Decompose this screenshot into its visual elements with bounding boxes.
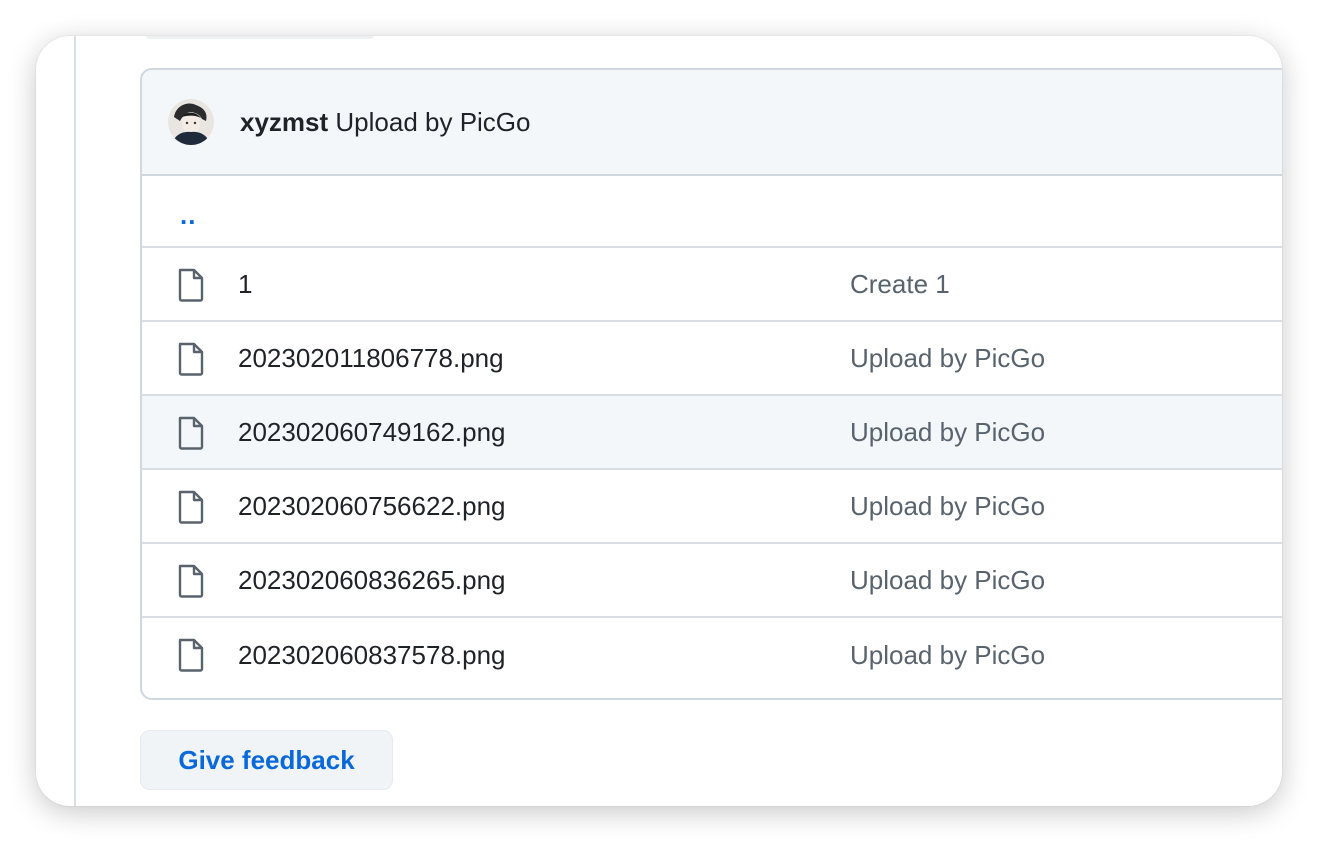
file-icon	[178, 342, 204, 376]
left-divider	[74, 36, 76, 806]
window-frame: xyzmst Upload by PicGo .. 1 Create 1 202…	[36, 36, 1282, 806]
give-feedback-label: Give feedback	[178, 744, 355, 775]
file-commit-message[interactable]: Upload by PicGo	[850, 343, 1045, 374]
file-icon	[178, 490, 204, 524]
file-name-link[interactable]: 202302011806778.png	[238, 343, 504, 374]
file-name-link[interactable]: 1	[238, 269, 252, 300]
file-commit-message[interactable]: Upload by PicGo	[850, 417, 1045, 448]
avatar[interactable]	[168, 99, 214, 145]
file-name-link[interactable]: 202302060749162.png	[238, 417, 506, 448]
file-row[interactable]: 1 Create 1	[142, 248, 1282, 322]
file-commit-message[interactable]: Create 1	[850, 269, 950, 300]
file-row[interactable]: 202302060837578.png Upload by PicGo	[142, 618, 1282, 692]
file-list-box: xyzmst Upload by PicGo .. 1 Create 1 202…	[140, 68, 1282, 700]
file-commit-message[interactable]: Upload by PicGo	[850, 491, 1045, 522]
file-name-link[interactable]: 202302060756622.png	[238, 491, 506, 522]
file-name-link[interactable]: 202302060836265.png	[238, 565, 506, 596]
file-row[interactable]: 202302011806778.png Upload by PicGo	[142, 322, 1282, 396]
file-commit-message[interactable]: Upload by PicGo	[850, 640, 1045, 671]
parent-directory-row[interactable]: ..	[142, 176, 1282, 248]
latest-commit-header: xyzmst Upload by PicGo	[142, 70, 1282, 176]
commit-message[interactable]: Upload by PicGo	[335, 107, 530, 137]
file-icon	[178, 638, 204, 672]
commit-author[interactable]: xyzmst	[240, 107, 328, 137]
file-icon	[178, 564, 204, 598]
file-row[interactable]: 202302060749162.png Upload by PicGo	[142, 396, 1282, 470]
parent-directory-link[interactable]: ..	[180, 200, 196, 231]
file-icon	[178, 416, 204, 450]
file-icon	[178, 268, 204, 302]
file-row[interactable]: 202302060836265.png Upload by PicGo	[142, 544, 1282, 618]
file-commit-message[interactable]: Upload by PicGo	[850, 565, 1045, 596]
file-name-link[interactable]: 202302060837578.png	[238, 640, 506, 671]
commit-summary: xyzmst Upload by PicGo	[240, 107, 531, 138]
file-row[interactable]: 202302060756622.png Upload by PicGo	[142, 470, 1282, 544]
top-edge-remnant	[146, 36, 374, 39]
give-feedback-button[interactable]: Give feedback	[140, 730, 393, 790]
